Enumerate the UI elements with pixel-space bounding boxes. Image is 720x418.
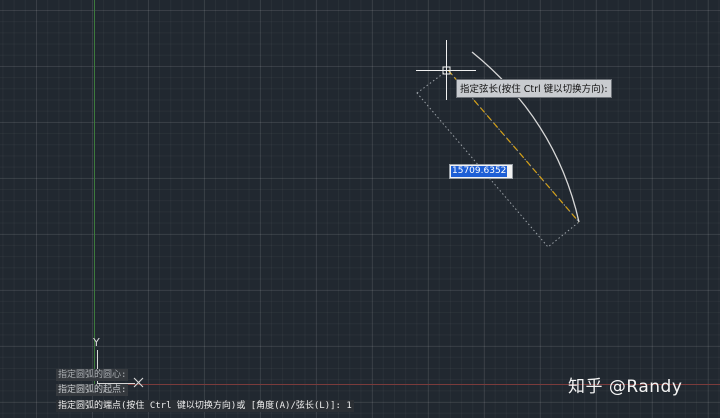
dynamic-input-value[interactable]: 15709.6352 (451, 166, 508, 177)
command-prompt-line[interactable]: 指定圆弧的端点(按住 Ctrl 键以切换方向)或 [角度(A)/弦长(L)]: … (56, 400, 354, 412)
command-tooltip: 指定弦长(按住 Ctrl 键以切换方向): (456, 79, 612, 98)
watermark: 知乎 @Randy (568, 377, 683, 397)
drawing-layer (94, 0, 720, 388)
command-history-line: 指定圆弧的圆心: (56, 369, 129, 381)
ucs-y-label: Y (93, 336, 100, 349)
command-history-line: 指定圆弧的起点: (56, 384, 129, 396)
x-cross-icon (133, 377, 144, 388)
arc-preview (471, 51, 580, 223)
dynamic-input-field[interactable]: 15709.6352 (449, 164, 513, 179)
